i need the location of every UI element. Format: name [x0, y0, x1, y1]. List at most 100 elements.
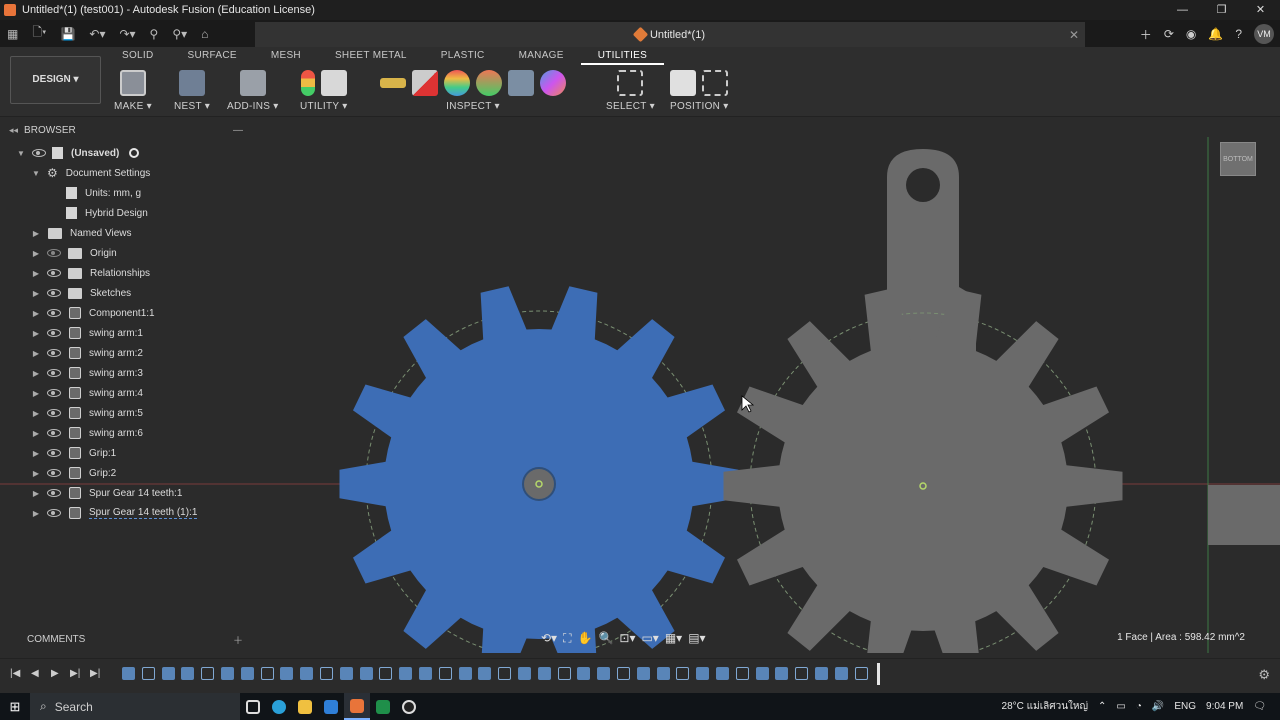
orbit-icon[interactable]: ⟲▾ [541, 631, 557, 645]
visibility-eye-icon[interactable] [47, 429, 61, 437]
timeline-end-icon[interactable]: ▶| [90, 668, 100, 679]
timeline-feature[interactable] [676, 667, 690, 680]
display-settings-icon[interactable]: ▭▾ [641, 631, 658, 645]
timeline-feature[interactable] [478, 667, 492, 680]
timeline-feature[interactable] [122, 667, 135, 680]
windows-start-icon[interactable]: ⊞ [0, 699, 30, 715]
look-at-icon[interactable]: ⛶ [563, 631, 571, 646]
add-comment-icon[interactable]: ＋ [233, 632, 243, 647]
timeline-feature[interactable] [419, 667, 432, 680]
tree-root[interactable]: ▼ (Unsaved) [16, 143, 140, 163]
tab-plastic[interactable]: PLASTIC [424, 49, 502, 65]
notifications-icon[interactable]: 🔔 [1208, 27, 1223, 41]
timeline-forward-icon[interactable]: ▶| [70, 668, 80, 679]
tab-surface[interactable]: SURFACE [171, 49, 254, 65]
visibility-hidden-icon[interactable] [47, 249, 61, 257]
pan-icon[interactable]: ✋ [577, 631, 592, 645]
language-indicator[interactable]: ENG [1174, 701, 1196, 712]
tree-item-swing-arm-4[interactable]: ▶ swing arm:4 [31, 383, 143, 403]
volume-icon[interactable]: 🔊 [1152, 701, 1164, 712]
timeline-feature[interactable] [577, 667, 591, 680]
chevron-right-icon[interactable]: ▶ [31, 249, 41, 258]
tree-item-sketches[interactable]: ▶ Sketches [31, 283, 131, 303]
visibility-eye-icon[interactable] [47, 269, 61, 277]
grid-menu-icon[interactable]: ▦ [7, 27, 18, 41]
tree-item-units[interactable]: Units: mm, g [60, 183, 141, 203]
visibility-eye-icon[interactable] [47, 509, 61, 517]
timeline-feature[interactable] [498, 667, 512, 680]
edge-browser-icon[interactable] [266, 693, 292, 720]
viewcube[interactable]: BOTTOM [1220, 142, 1256, 176]
timeline-feature[interactable] [399, 667, 413, 680]
weather-text[interactable]: 28°C แม่เลิศวนใหญ่ [1002, 699, 1089, 714]
close-icon[interactable]: ✕ [1241, 0, 1280, 20]
tree-item-document-settings[interactable]: ▼ ⚙ Document Settings [31, 163, 150, 183]
tree-item-origin[interactable]: ▶ Origin [31, 243, 117, 263]
swing-arm-gear[interactable] [723, 149, 1123, 653]
obs-icon[interactable] [396, 693, 422, 720]
mail-icon[interactable] [318, 693, 344, 720]
tree-item-relationships[interactable]: ▶ Relationships [31, 263, 150, 283]
timeline-feature[interactable] [161, 667, 175, 680]
tree-item-named-views[interactable]: ▶ Named Views [31, 223, 132, 243]
tree-item-grip-1[interactable]: ▶ Grip:1 [31, 443, 116, 463]
job-status-icon[interactable]: ◉ [1186, 27, 1196, 41]
timeline-feature[interactable] [597, 667, 611, 680]
make-group[interactable]: MAKE ▾ [114, 67, 152, 117]
home-icon[interactable]: ⌂ [201, 27, 208, 41]
tab-mesh[interactable]: MESH [254, 49, 318, 65]
chevron-down-icon[interactable]: ▼ [31, 169, 41, 178]
chevron-right-icon[interactable]: ▶ [31, 469, 41, 478]
inspect-group[interactable]: INSPECT ▾ [380, 67, 566, 117]
chevron-right-icon[interactable]: ▶ [31, 449, 41, 458]
zoom-icon[interactable]: 🔍 [598, 631, 613, 645]
task-view-icon[interactable] [240, 693, 266, 720]
tree-item-spur-gear-1[interactable]: ▶ Spur Gear 14 teeth:1 [31, 483, 182, 503]
timeline-feature[interactable] [537, 667, 551, 680]
chevron-right-icon[interactable]: ▶ [31, 429, 41, 438]
timeline-feature[interactable] [458, 667, 472, 680]
grid-icon[interactable]: ▦▾ [665, 631, 682, 645]
wifi-icon[interactable]: ◔ [1136, 701, 1142, 712]
timeline-feature[interactable] [379, 667, 393, 680]
timeline-feature[interactable] [735, 667, 749, 680]
timeline-play-icon[interactable]: ▶ [51, 668, 59, 679]
visibility-eye-icon[interactable] [32, 149, 46, 157]
timeline-start-icon[interactable]: |◀ [10, 668, 20, 679]
tree-item-hybrid-design[interactable]: Hybrid Design [60, 203, 148, 223]
file-menu-icon[interactable]: 🗋▾ [32, 23, 46, 44]
timeline-feature[interactable] [518, 667, 531, 680]
timeline-feature[interactable] [557, 667, 571, 680]
restore-icon[interactable]: ❐ [1202, 0, 1241, 20]
chevron-right-icon[interactable]: ▶ [31, 369, 41, 378]
timeline-feature[interactable] [201, 667, 215, 680]
document-tab[interactable]: Untitled*(1) ✕ [255, 22, 1085, 47]
battery-icon[interactable]: ▭ [1116, 701, 1125, 712]
tree-item-swing-arm-1[interactable]: ▶ swing arm:1 [31, 323, 143, 343]
timeline-feature[interactable] [181, 667, 195, 680]
chevron-down-icon[interactable]: ▼ [16, 149, 26, 158]
tab-manage[interactable]: MANAGE [502, 49, 581, 65]
timeline-feature[interactable] [280, 667, 294, 680]
comments-panel[interactable]: COMMENTS ＋ [0, 630, 253, 648]
timeline-feature[interactable] [240, 667, 254, 680]
tab-utilities[interactable]: UTILITIES [580, 49, 665, 65]
tree-item-swing-arm-2[interactable]: ▶ swing arm:2 [31, 343, 143, 363]
timeline-feature[interactable] [438, 667, 452, 680]
visibility-eye-icon[interactable] [47, 309, 61, 317]
visibility-eye-icon[interactable] [47, 369, 61, 377]
timeline-feature[interactable] [854, 667, 868, 680]
visibility-eye-icon[interactable] [47, 409, 61, 417]
timeline-feature[interactable] [339, 667, 353, 680]
design-canvas[interactable]: BOTTOM [0, 117, 1280, 653]
timeline-feature[interactable] [300, 667, 314, 680]
tab-sheet-metal[interactable]: SHEET METAL [318, 49, 424, 65]
excel-icon[interactable] [370, 693, 396, 720]
grip-part[interactable] [1208, 485, 1280, 545]
activate-component-radio[interactable] [129, 148, 140, 158]
tree-item-swing-arm-3[interactable]: ▶ swing arm:3 [31, 363, 143, 383]
timeline-feature[interactable] [775, 667, 789, 680]
fit-icon[interactable]: ⊡▾ [619, 631, 635, 645]
chevron-right-icon[interactable]: ▶ [31, 509, 41, 518]
chevron-right-icon[interactable]: ▶ [31, 489, 41, 498]
